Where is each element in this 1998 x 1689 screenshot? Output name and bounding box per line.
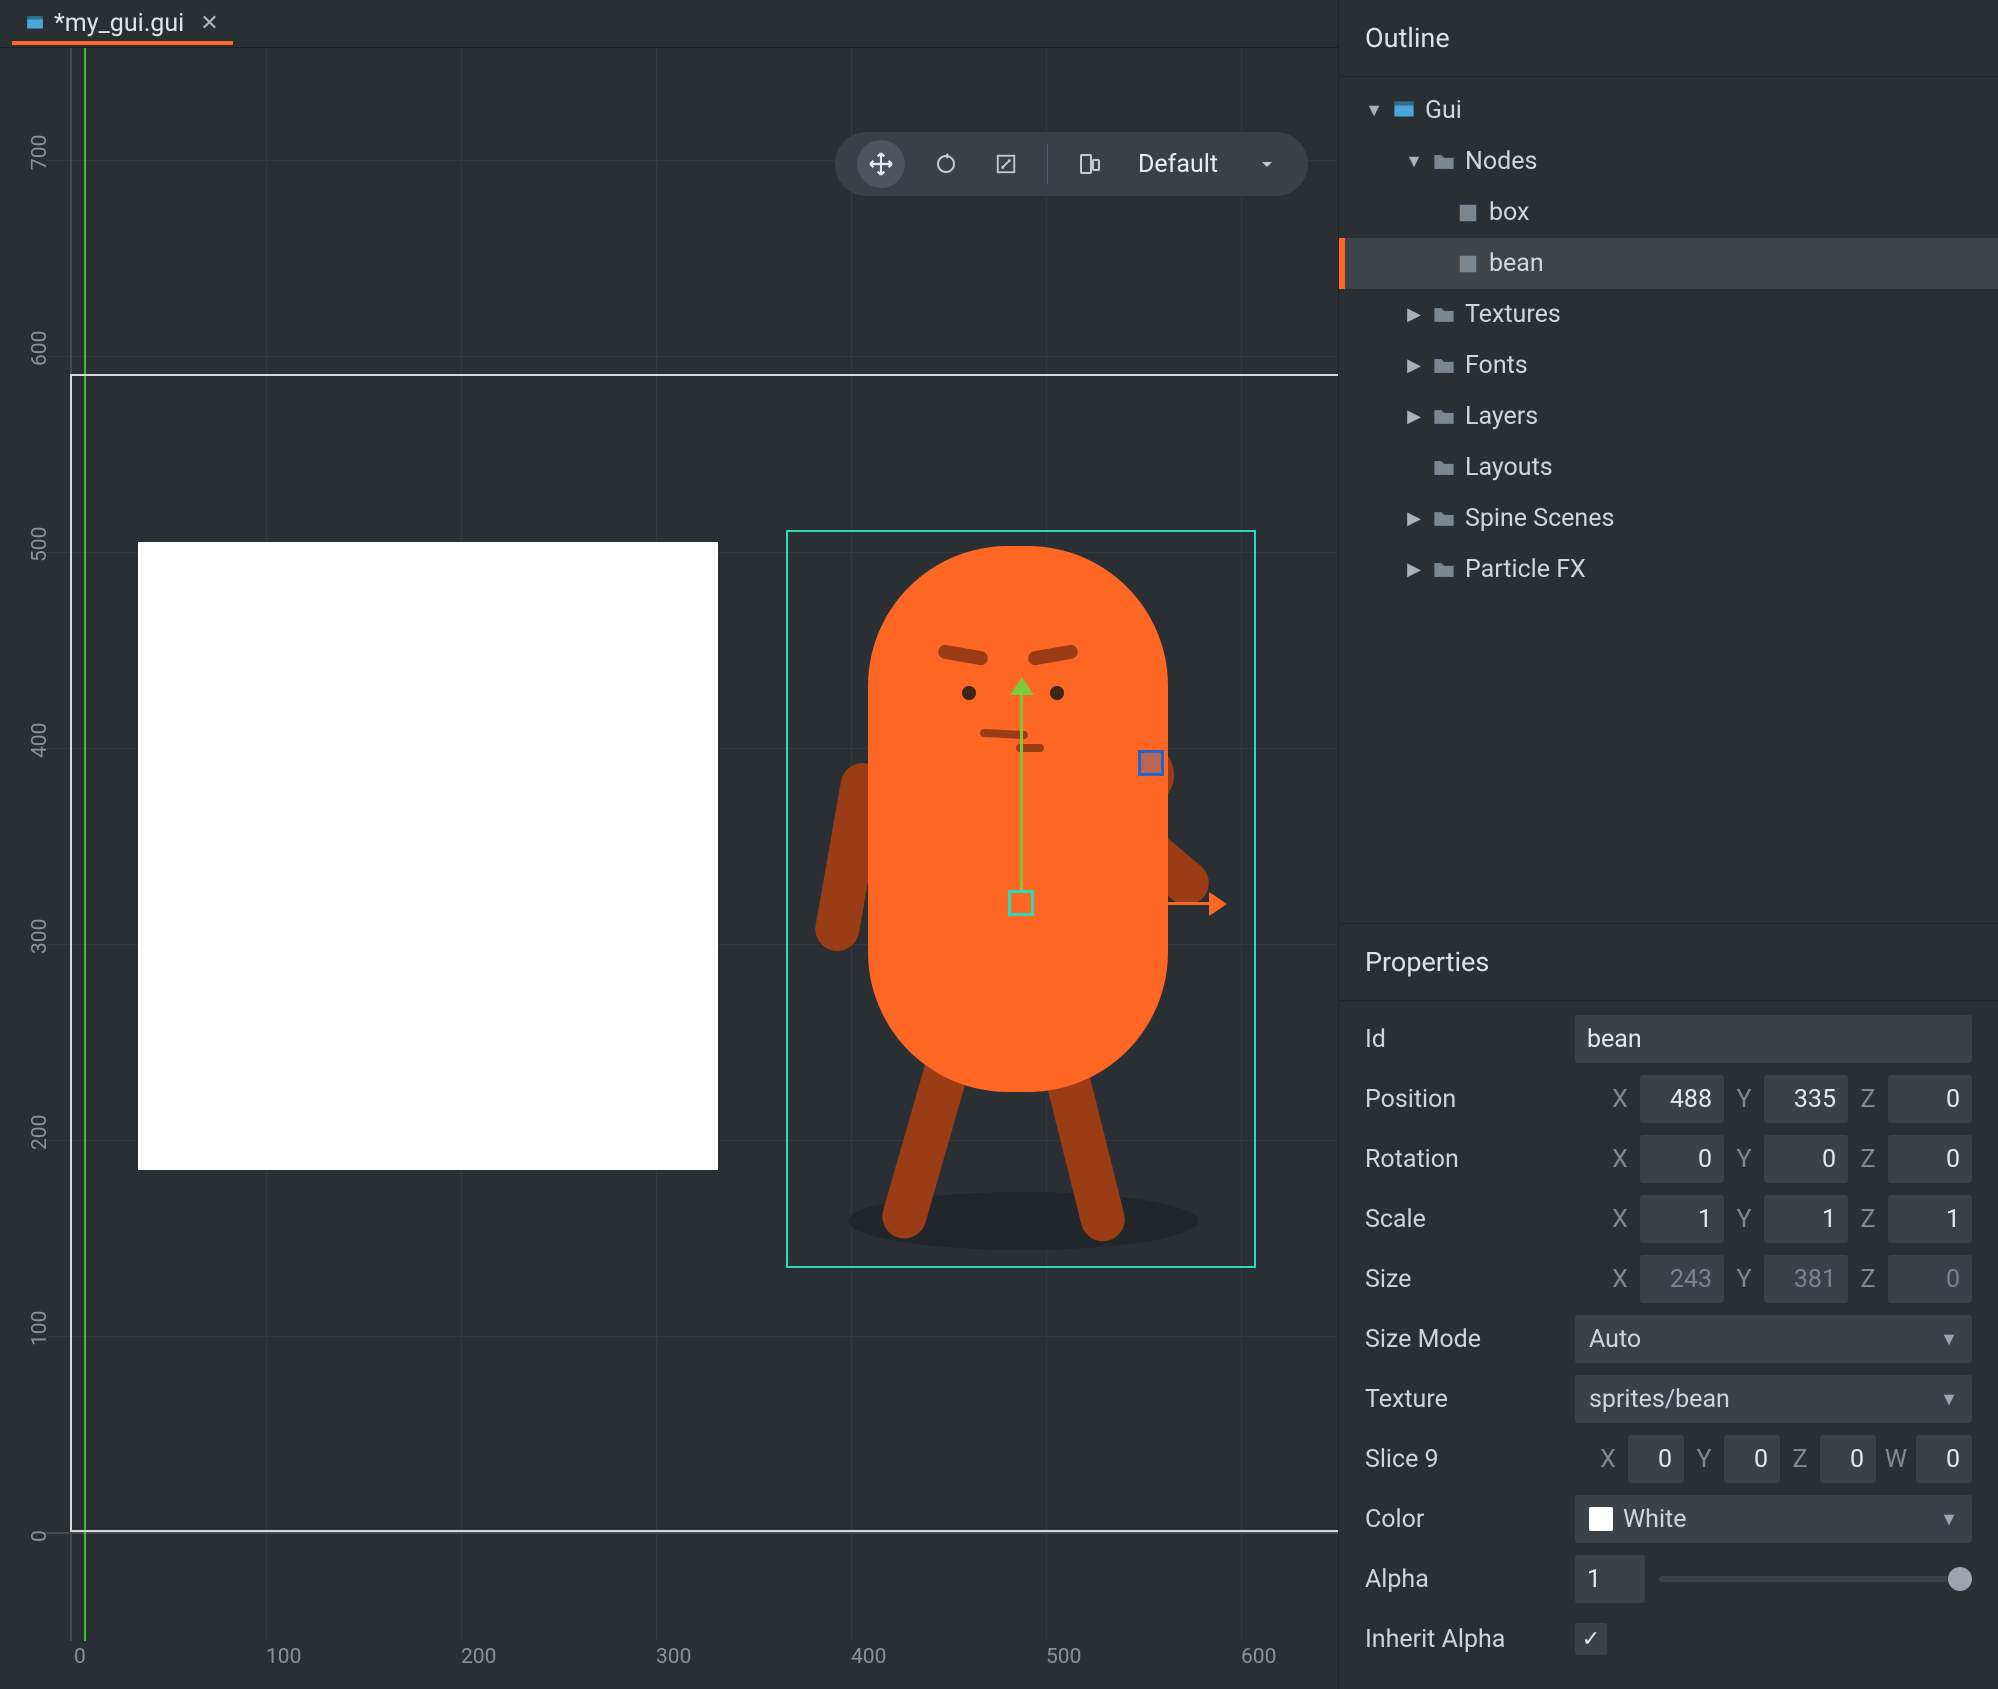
chevron-down-icon: ▼ xyxy=(1940,1329,1958,1350)
box-node[interactable] xyxy=(138,542,718,1170)
size-y-input[interactable] xyxy=(1764,1255,1848,1303)
rotate-tool-button[interactable] xyxy=(927,145,965,183)
color-select[interactable]: White ▼ xyxy=(1575,1495,1972,1543)
size-z-input[interactable] xyxy=(1888,1255,1972,1303)
slice9-label: Slice 9 xyxy=(1365,1445,1565,1474)
scale-tool-button[interactable] xyxy=(987,145,1025,183)
position-x-input[interactable] xyxy=(1640,1075,1724,1123)
tree-row-textures[interactable]: ▶ Textures xyxy=(1339,289,1998,340)
tab-label: *my_gui.gui xyxy=(54,9,184,38)
gizmo-x-axis[interactable] xyxy=(1034,902,1212,905)
gizmo-y-axis[interactable] xyxy=(1020,692,1023,890)
tab-my-gui[interactable]: *my_gui.gui ✕ xyxy=(12,3,233,44)
scale-x-input[interactable] xyxy=(1640,1195,1724,1243)
scale-z-input[interactable] xyxy=(1888,1195,1972,1243)
chevron-right-icon: ▶ xyxy=(1405,304,1423,325)
folder-icon xyxy=(1433,559,1455,581)
tree-row-spine[interactable]: ▶ Spine Scenes xyxy=(1339,493,1998,544)
size-mode-label: Size Mode xyxy=(1365,1325,1565,1354)
slice9-y-input[interactable] xyxy=(1724,1435,1780,1483)
folder-icon xyxy=(1433,406,1455,428)
slice9-x-input[interactable] xyxy=(1628,1435,1684,1483)
slice9-z-input[interactable] xyxy=(1820,1435,1876,1483)
id-input[interactable] xyxy=(1575,1015,1972,1063)
tree-row-layers[interactable]: ▶ Layers xyxy=(1339,391,1998,442)
folder-icon xyxy=(1433,151,1455,173)
chevron-right-icon: ▶ xyxy=(1405,559,1423,580)
alpha-input[interactable] xyxy=(1575,1555,1645,1603)
rotation-x-input[interactable] xyxy=(1640,1135,1724,1183)
tree-row-layouts[interactable]: Layouts xyxy=(1339,442,1998,493)
outline-tree: ▼ Gui ▼ Nodes box bean ▶ Textures xyxy=(1339,77,1998,603)
box-node-icon xyxy=(1457,253,1479,275)
chevron-down-icon: ▼ xyxy=(1940,1389,1958,1410)
size-x-input[interactable] xyxy=(1640,1255,1724,1303)
layout-dropdown-caret[interactable] xyxy=(1248,145,1286,183)
color-swatch xyxy=(1589,1507,1613,1531)
scale-label: Scale xyxy=(1365,1205,1565,1234)
inherit-alpha-checkbox[interactable]: ✓ xyxy=(1575,1623,1607,1655)
position-z-input[interactable] xyxy=(1888,1075,1972,1123)
layout-selector-label[interactable]: Default xyxy=(1130,150,1226,179)
chevron-down-icon: ▼ xyxy=(1940,1509,1958,1530)
box-node-icon xyxy=(1457,202,1479,224)
close-icon[interactable]: ✕ xyxy=(200,11,218,36)
chevron-down-icon: ▼ xyxy=(1405,151,1423,172)
alpha-slider[interactable] xyxy=(1659,1576,1972,1582)
chevron-down-icon xyxy=(1259,156,1275,172)
tree-row-nodes[interactable]: ▼ Nodes xyxy=(1339,136,1998,187)
position-y-input[interactable] xyxy=(1764,1075,1848,1123)
scale-y-input[interactable] xyxy=(1764,1195,1848,1243)
tree-row-gui[interactable]: ▼ Gui xyxy=(1339,85,1998,136)
size-label: Size xyxy=(1365,1265,1565,1294)
folder-icon xyxy=(1433,304,1455,326)
rotation-y-input[interactable] xyxy=(1764,1135,1848,1183)
gui-file-icon xyxy=(26,15,44,33)
position-label: Position xyxy=(1365,1085,1565,1114)
tree-row-particle[interactable]: ▶ Particle FX xyxy=(1339,544,1998,595)
chevron-down-icon: ▼ xyxy=(1365,100,1383,121)
axis-x-line xyxy=(46,1532,1338,1534)
chevron-right-icon: ▶ xyxy=(1405,355,1423,376)
outline-panel-title: Outline xyxy=(1339,0,1998,77)
chevron-right-icon: ▶ xyxy=(1405,508,1423,529)
chevron-right-icon: ▶ xyxy=(1405,406,1423,427)
device-preview-button[interactable] xyxy=(1070,145,1108,183)
folder-icon xyxy=(1433,457,1455,479)
slice9-w-input[interactable] xyxy=(1916,1435,1972,1483)
inherit-alpha-label: Inherit Alpha xyxy=(1365,1625,1565,1654)
folder-icon xyxy=(1433,508,1455,530)
tab-bar: *my_gui.gui ✕ xyxy=(0,0,1338,48)
texture-label: Texture xyxy=(1365,1385,1565,1414)
tree-row-box[interactable]: box xyxy=(1339,187,1998,238)
viewport-toolbar: Default xyxy=(835,132,1308,196)
rotation-z-input[interactable] xyxy=(1888,1135,1972,1183)
rotation-label: Rotation xyxy=(1365,1145,1565,1174)
vertical-ruler: 700 600 500 400 300 200 100 0 xyxy=(0,48,46,1641)
properties-panel: Properties Id Position X Y Z Rotation xyxy=(1339,923,1998,1689)
gizmo-z-handle[interactable] xyxy=(1138,750,1164,776)
move-tool-button[interactable] xyxy=(857,140,905,188)
gizmo-origin[interactable] xyxy=(1008,890,1034,916)
color-label: Color xyxy=(1365,1505,1565,1534)
bean-node-selection[interactable] xyxy=(786,530,1256,1268)
alpha-label: Alpha xyxy=(1365,1565,1565,1594)
horizontal-ruler: 0 100 200 300 400 500 600 xyxy=(46,1641,1338,1689)
tree-row-fonts[interactable]: ▶ Fonts xyxy=(1339,340,1998,391)
id-label: Id xyxy=(1365,1025,1565,1054)
texture-select[interactable]: sprites/bean ▼ xyxy=(1575,1375,1972,1423)
scene-canvas[interactable] xyxy=(46,48,1338,1641)
tree-row-bean[interactable]: bean xyxy=(1339,238,1998,289)
gui-icon xyxy=(1393,100,1415,122)
size-mode-select[interactable]: Auto ▼ xyxy=(1575,1315,1972,1363)
properties-panel-title: Properties xyxy=(1339,924,1998,1001)
folder-icon xyxy=(1433,355,1455,377)
